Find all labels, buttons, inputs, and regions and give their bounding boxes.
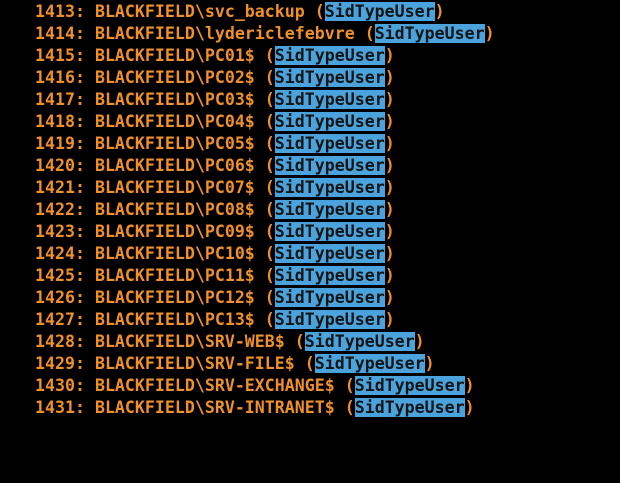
account-name: BLACKFIELD\PC13$ — [94, 310, 255, 329]
output-line: 1427: BLACKFIELD\PC13$ (SidTypeUser) — [35, 310, 395, 329]
account-name: BLACKFIELD\lydericlefebvre — [94, 24, 355, 43]
output-line: 1415: BLACKFIELD\PC01$ (SidTypeUser) — [35, 46, 395, 65]
rid-number: 1415: — [35, 46, 85, 65]
account-name: BLACKFIELD\PC12$ — [94, 288, 255, 307]
sid-type-highlight: SidTypeUser — [274, 310, 385, 329]
sid-type-highlight: SidTypeUser — [274, 200, 385, 219]
rid-number: 1427: — [35, 310, 85, 329]
output-line: 1428: BLACKFIELD\SRV-WEB$ (SidTypeUser) — [35, 332, 425, 351]
sid-type-highlight: SidTypeUser — [274, 46, 385, 65]
rid-number: 1417: — [35, 90, 85, 109]
rid-number: 1431: — [35, 398, 85, 417]
rid-number: 1422: — [35, 200, 85, 219]
output-line: 1424: BLACKFIELD\PC10$ (SidTypeUser) — [35, 244, 395, 263]
output-line: 1430: BLACKFIELD\SRV-EXCHANGE$ (SidTypeU… — [35, 376, 475, 395]
sid-type-highlight: SidTypeUser — [354, 376, 465, 395]
sid-type-highlight: SidTypeUser — [274, 68, 385, 87]
rid-number: 1421: — [35, 178, 85, 197]
account-name: BLACKFIELD\PC03$ — [94, 90, 255, 109]
sid-type-highlight: SidTypeUser — [274, 90, 385, 109]
account-name: BLACKFIELD\PC01$ — [94, 46, 255, 65]
rid-number: 1418: — [35, 112, 85, 131]
sid-type-highlight: SidTypeUser — [274, 222, 385, 241]
output-line: 1423: BLACKFIELD\PC09$ (SidTypeUser) — [35, 222, 395, 241]
sid-type-highlight: SidTypeUser — [274, 156, 385, 175]
rid-number: 1426: — [35, 288, 85, 307]
rid-number: 1420: — [35, 156, 85, 175]
sid-type-highlight: SidTypeUser — [314, 354, 425, 373]
account-name: BLACKFIELD\SRV-WEB$ — [94, 332, 285, 351]
output-line: 1429: BLACKFIELD\SRV-FILE$ (SidTypeUser) — [35, 354, 435, 373]
sid-type-highlight: SidTypeUser — [324, 2, 435, 21]
output-line: 1420: BLACKFIELD\PC06$ (SidTypeUser) — [35, 156, 395, 175]
rid-number: 1423: — [35, 222, 85, 241]
account-name: BLACKFIELD\SRV-INTRANET$ — [94, 398, 335, 417]
account-name: BLACKFIELD\PC08$ — [94, 200, 255, 219]
rid-number: 1419: — [35, 134, 85, 153]
rid-number: 1430: — [35, 376, 85, 395]
rid-number: 1414: — [35, 24, 85, 43]
output-line: 1417: BLACKFIELD\PC03$ (SidTypeUser) — [35, 90, 395, 109]
account-name: BLACKFIELD\svc_backup — [94, 2, 305, 21]
output-line: 1413: BLACKFIELD\svc_backup (SidTypeUser… — [35, 2, 445, 21]
account-name: BLACKFIELD\PC05$ — [94, 134, 255, 153]
account-name: BLACKFIELD\PC10$ — [94, 244, 255, 263]
sid-type-highlight: SidTypeUser — [274, 244, 385, 263]
output-line: 1416: BLACKFIELD\PC02$ (SidTypeUser) — [35, 68, 395, 87]
output-line: 1418: BLACKFIELD\PC04$ (SidTypeUser) — [35, 112, 395, 131]
account-name: BLACKFIELD\PC02$ — [94, 68, 255, 87]
sid-type-highlight: SidTypeUser — [274, 178, 385, 197]
sid-type-highlight: SidTypeUser — [274, 134, 385, 153]
rid-number: 1413: — [35, 2, 85, 21]
sid-type-highlight: SidTypeUser — [354, 398, 465, 417]
rid-number: 1424: — [35, 244, 85, 263]
output-line: 1422: BLACKFIELD\PC08$ (SidTypeUser) — [35, 200, 395, 219]
sid-type-highlight: SidTypeUser — [304, 332, 415, 351]
sid-type-highlight: SidTypeUser — [274, 288, 385, 307]
rid-number: 1416: — [35, 68, 85, 87]
sid-type-highlight: SidTypeUser — [274, 266, 385, 285]
account-name: BLACKFIELD\PC09$ — [94, 222, 255, 241]
output-line: 1426: BLACKFIELD\PC12$ (SidTypeUser) — [35, 288, 395, 307]
rid-number: 1425: — [35, 266, 85, 285]
sid-type-highlight: SidTypeUser — [274, 112, 385, 131]
output-line: 1419: BLACKFIELD\PC05$ (SidTypeUser) — [35, 134, 395, 153]
account-name: BLACKFIELD\PC11$ — [94, 266, 255, 285]
rid-number: 1429: — [35, 354, 85, 373]
account-name: BLACKFIELD\PC06$ — [94, 156, 255, 175]
account-name: BLACKFIELD\SRV-FILE$ — [94, 354, 295, 373]
output-line: 1431: BLACKFIELD\SRV-INTRANET$ (SidTypeU… — [35, 398, 475, 417]
output-line: 1425: BLACKFIELD\PC11$ (SidTypeUser) — [35, 266, 395, 285]
output-line: 1414: BLACKFIELD\lydericlefebvre (SidTyp… — [35, 24, 495, 43]
rid-number: 1428: — [35, 332, 85, 351]
terminal-output: 1413: BLACKFIELD\svc_backup (SidTypeUser… — [0, 0, 620, 483]
account-name: BLACKFIELD\SRV-EXCHANGE$ — [94, 376, 335, 395]
sid-type-highlight: SidTypeUser — [374, 24, 485, 43]
account-name: BLACKFIELD\PC07$ — [94, 178, 255, 197]
output-line: 1421: BLACKFIELD\PC07$ (SidTypeUser) — [35, 178, 395, 197]
account-name: BLACKFIELD\PC04$ — [94, 112, 255, 131]
